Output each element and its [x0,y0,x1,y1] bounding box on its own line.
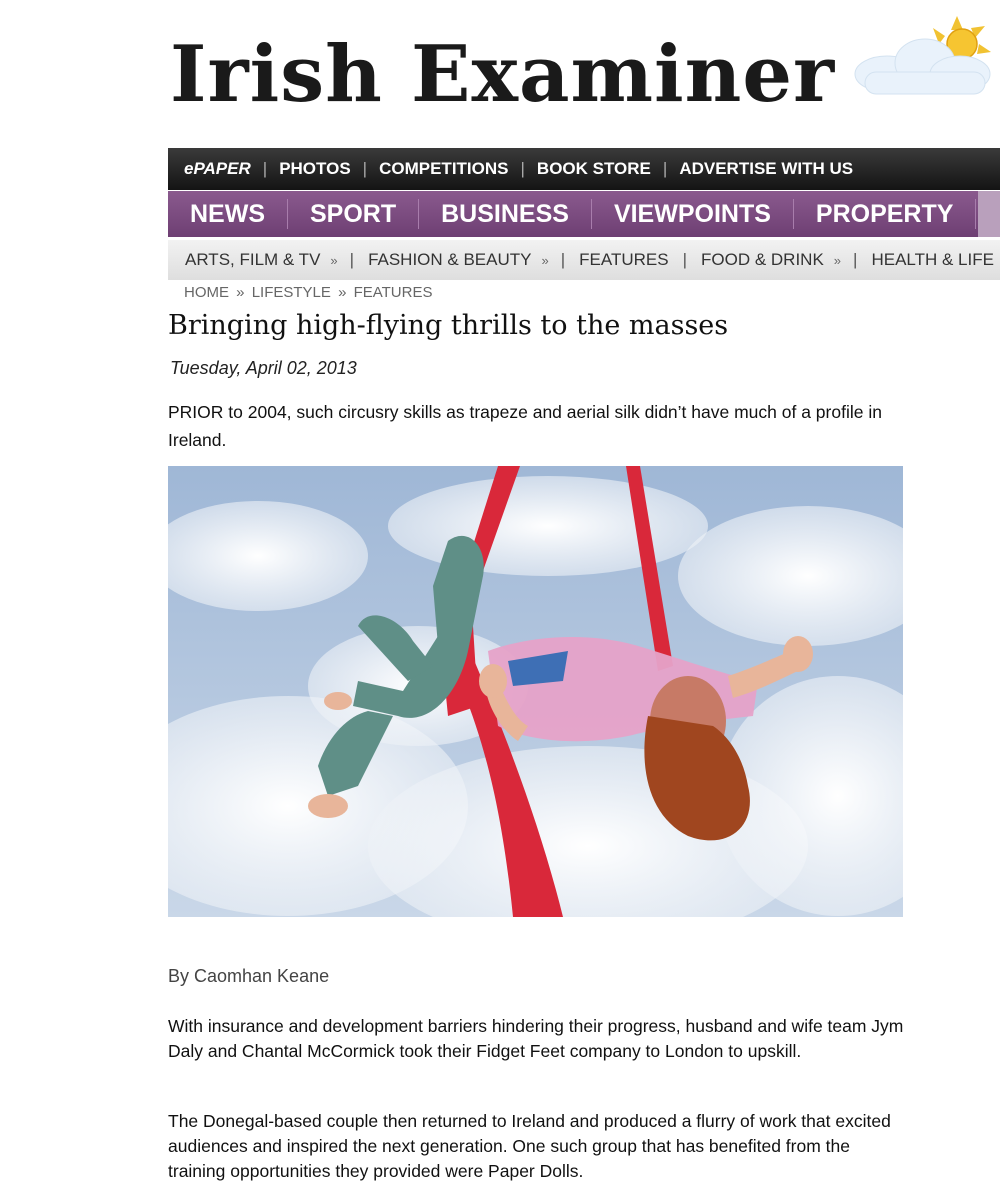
chevron-down-icon[interactable]: » [826,253,841,268]
sun-cloud-icon [845,8,995,103]
article-paragraph: The Donegal-based couple then returned t… [168,1111,891,1181]
chevron-down-icon[interactable]: » [322,253,337,268]
subnav-health-life[interactable]: HEALTH & LIFE [869,250,996,270]
section-news[interactable]: NEWS [168,199,288,229]
breadcrumb-features[interactable]: FEATURES [354,284,433,301]
nav-photos[interactable]: PHOTOS [277,159,352,179]
section-business[interactable]: BUSINESS [419,199,592,229]
article-intro: PRIOR to 2004, such circusry skills as t… [168,402,882,450]
breadcrumb-home[interactable]: HOME [184,284,229,301]
sub-nav: ARTS, FILM & TV » | FASHION & BEAUTY » |… [168,240,1000,280]
subnav-features[interactable]: FEATURES [577,250,670,270]
section-nav-edge [978,191,1000,237]
nav-epaper[interactable]: ePAPER [182,159,253,179]
breadcrumb: HOME » LIFESTYLE » FEATURES [184,284,433,301]
section-property[interactable]: PROPERTY [794,199,977,229]
section-sport[interactable]: SPORT [288,199,420,229]
subnav-food-drink[interactable]: FOOD & DRINK [699,250,826,270]
article-byline: By Caomhan Keane [168,966,330,986]
nav-book-store[interactable]: BOOK STORE [535,159,653,179]
breadcrumb-lifestyle[interactable]: LIFESTYLE [252,284,331,301]
article-paragraph: With insurance and development barriers … [168,1016,904,1061]
nav-advertise[interactable]: ADVERTISE WITH US [677,159,855,179]
section-viewpoints[interactable]: VIEWPOINTS [592,199,794,229]
chevron-down-icon[interactable]: » [996,253,1000,268]
article-date: Tuesday, April 02, 2013 [170,358,357,378]
utility-nav: ePAPER | PHOTOS | COMPETITIONS | BOOK ST… [168,148,1000,190]
subnav-arts-film-tv[interactable]: ARTS, FILM & TV [183,250,322,270]
article-headline: Bringing high-flying thrills to the mass… [168,310,729,341]
subnav-fashion-beauty[interactable]: FASHION & BEAUTY [366,250,533,270]
chevron-down-icon[interactable]: » [534,253,549,268]
section-nav: NEWS SPORT BUSINESS VIEWPOINTS PROPERTY [168,191,1000,237]
nav-competitions[interactable]: COMPETITIONS [377,159,510,179]
site-logo[interactable]: Irish Examiner [170,30,834,120]
aerial-silk-performer-photo [168,466,903,917]
